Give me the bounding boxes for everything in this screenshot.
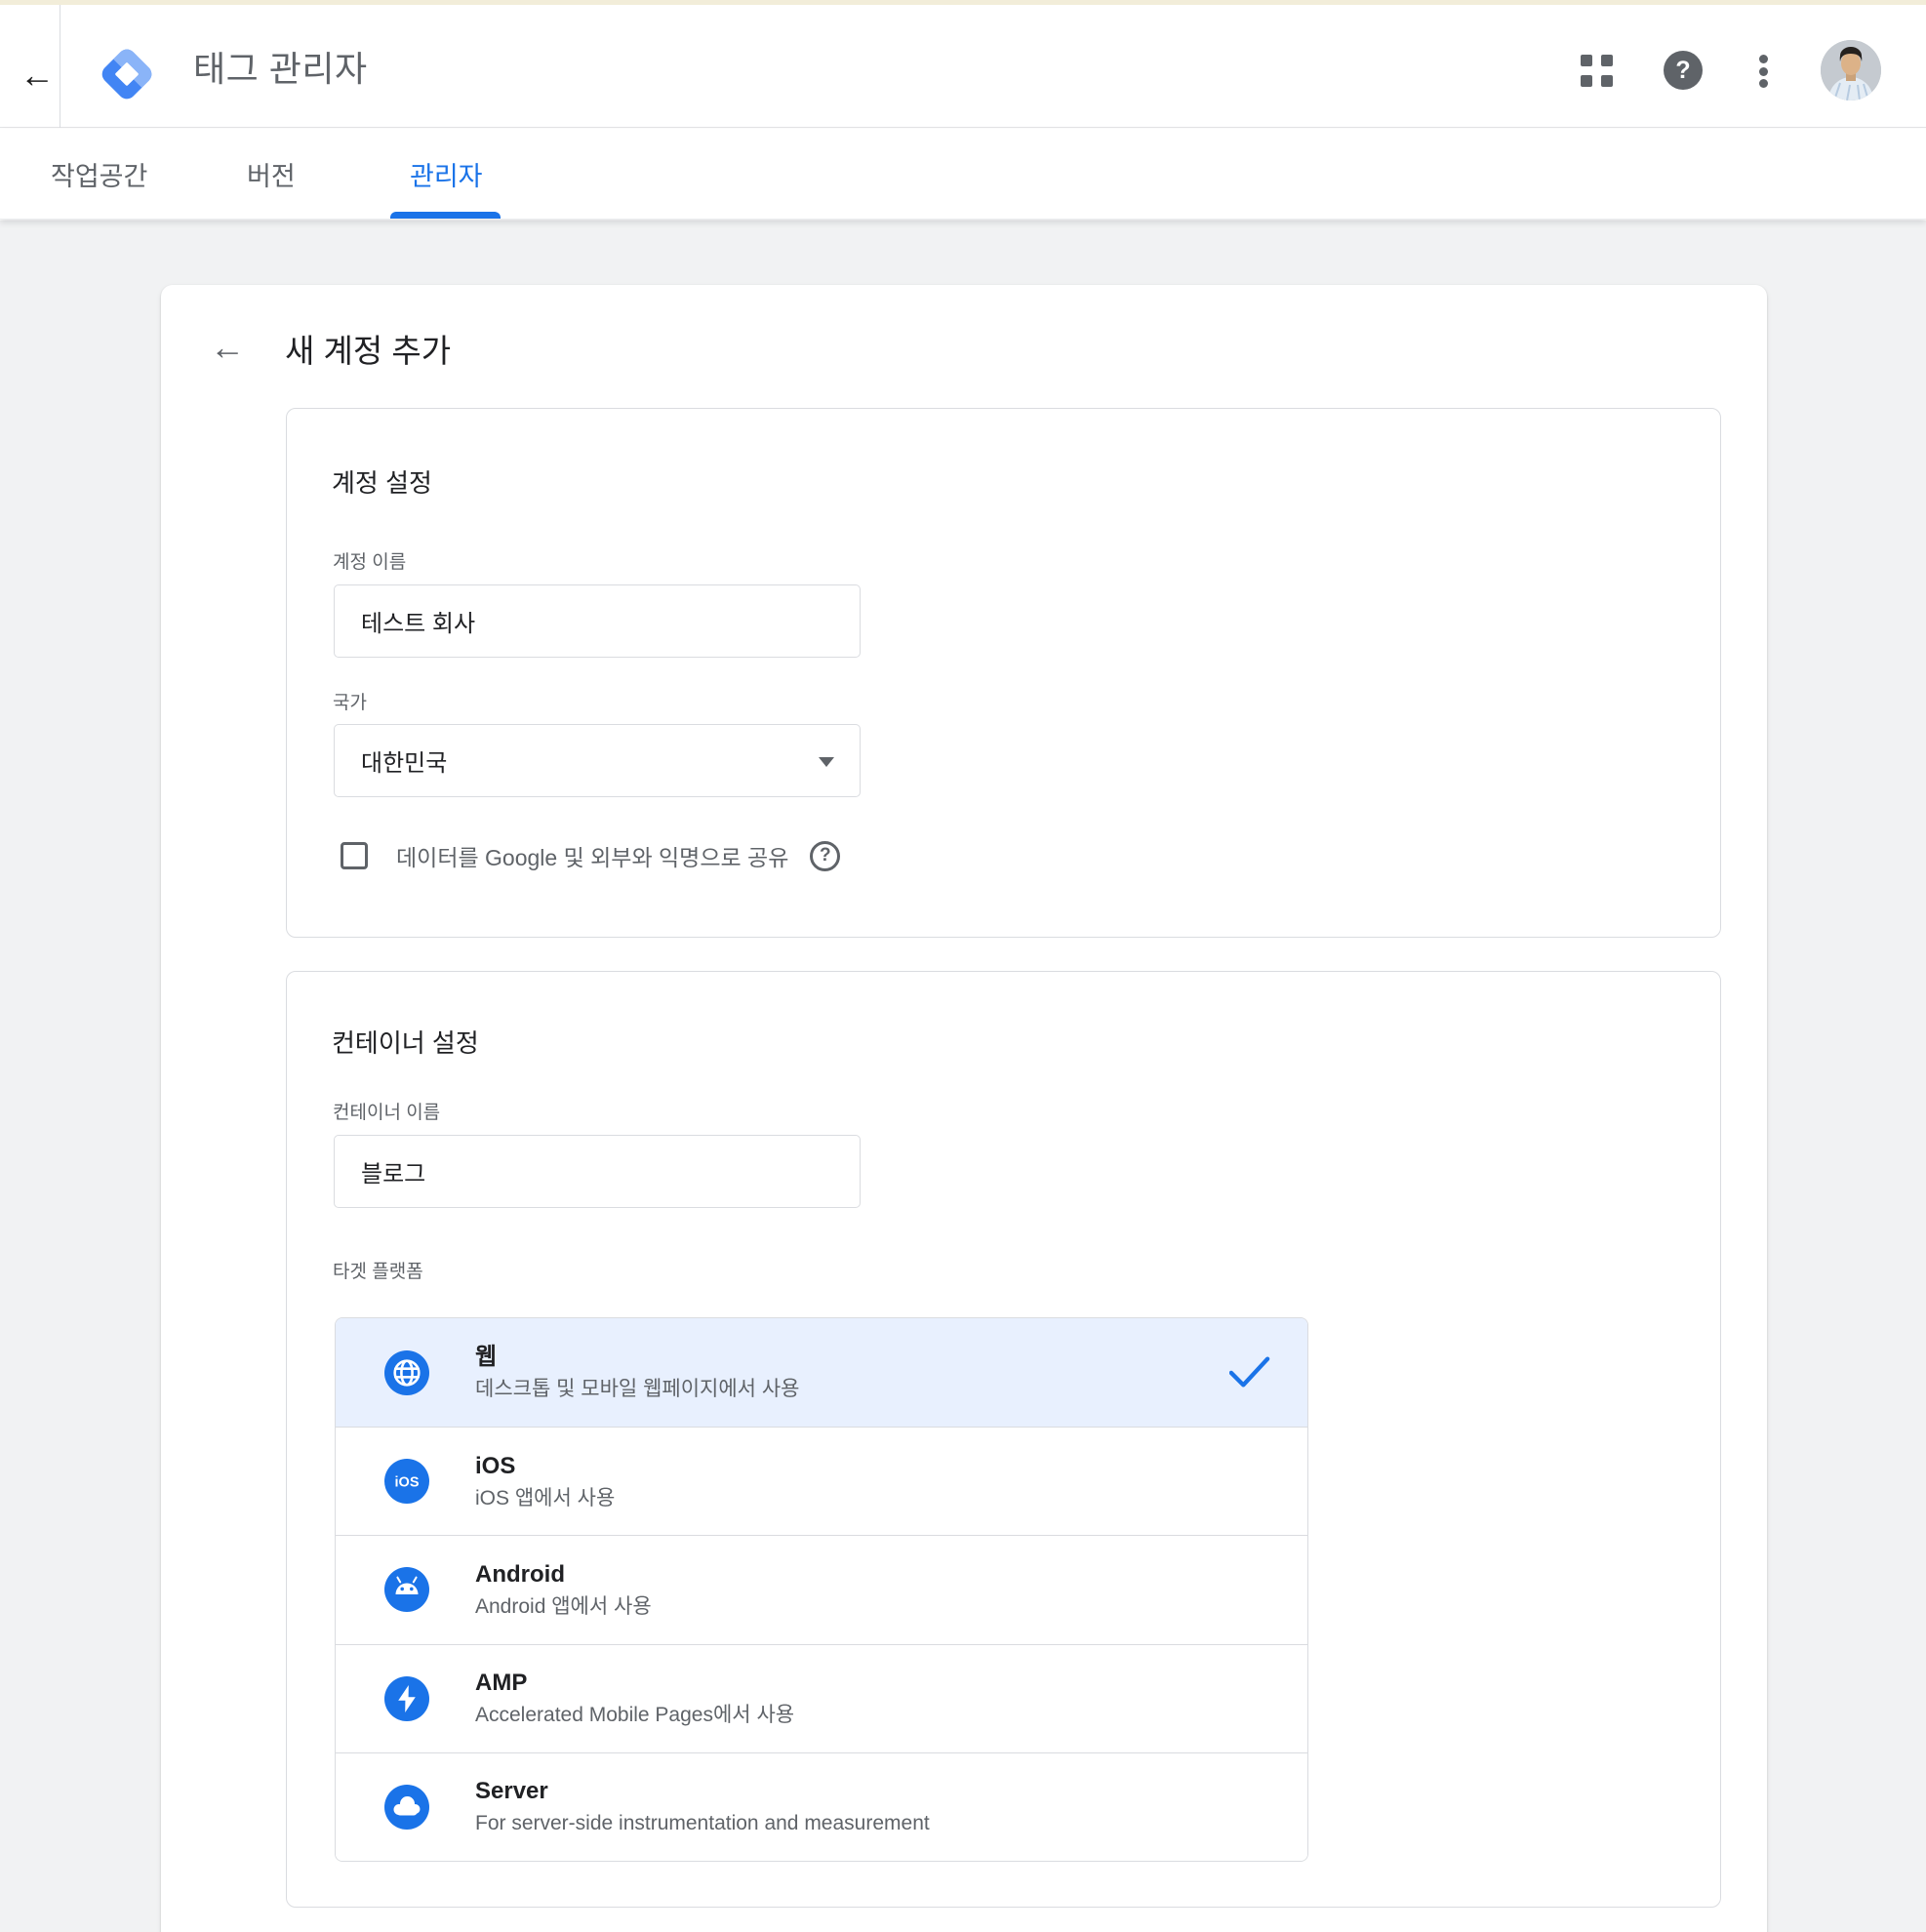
platform-description: iOS 앱에서 사용 bbox=[475, 1485, 615, 1511]
page-background: ← 새 계정 추가 계정 설정 계정 이름 테스트 회사 국가 대한민국 데이터… bbox=[0, 221, 1926, 1932]
tag-manager-logo-icon bbox=[95, 42, 159, 106]
platform-title: AMP bbox=[475, 1669, 794, 1698]
platform-description: Accelerated Mobile Pages에서 사용 bbox=[475, 1702, 794, 1728]
app-title: 태그 관리자 bbox=[193, 5, 368, 128]
tab-bar: 작업공간 버전 관리자 bbox=[0, 129, 1926, 220]
platform-title: Server bbox=[475, 1777, 930, 1806]
selected-check-icon bbox=[1229, 1355, 1270, 1389]
active-tab-underline bbox=[390, 212, 501, 219]
svg-text:iOS: iOS bbox=[395, 1475, 420, 1491]
container-name-input[interactable]: 블로그 bbox=[334, 1135, 861, 1208]
share-data-row: 데이터를 Google 및 외부와 익명으로 공유 ? bbox=[341, 838, 840, 873]
web-icon bbox=[384, 1350, 429, 1395]
more-menu-icon[interactable] bbox=[1758, 55, 1768, 88]
add-account-card: ← 새 계정 추가 계정 설정 계정 이름 테스트 회사 국가 대한민국 데이터… bbox=[161, 285, 1767, 1932]
share-data-label: 데이터를 Google 및 외부와 익명으로 공유 bbox=[396, 839, 788, 872]
account-name-input[interactable]: 테스트 회사 bbox=[334, 584, 861, 658]
country-select[interactable]: 대한민국 bbox=[334, 724, 861, 797]
target-platform-label: 타겟 플랫폼 bbox=[333, 1257, 423, 1283]
share-data-checkbox[interactable] bbox=[341, 842, 368, 869]
platform-title: iOS bbox=[475, 1452, 615, 1481]
platform-title: 웹 bbox=[475, 1343, 799, 1372]
ios-icon: iOS bbox=[384, 1459, 429, 1504]
apps-grid-icon[interactable] bbox=[1581, 55, 1614, 88]
account-name-value: 테스트 회사 bbox=[361, 604, 475, 638]
country-label: 국가 bbox=[333, 688, 367, 714]
platform-text: Server For server-side instrumentation an… bbox=[475, 1777, 930, 1836]
avatar[interactable] bbox=[1821, 40, 1881, 101]
tab-admin[interactable]: 관리자 bbox=[410, 129, 483, 220]
account-settings-heading: 계정 설정 bbox=[332, 463, 432, 500]
platform-description: For server-side instrumentation and meas… bbox=[475, 1810, 930, 1836]
android-icon bbox=[384, 1567, 429, 1612]
target-platform-list: 웹데스크톱 및 모바일 웹페이지에서 사용 iOS iOS iOS 앱에서 사용 A… bbox=[335, 1317, 1308, 1862]
amp-icon bbox=[384, 1676, 429, 1721]
platform-text: 웹데스크톱 및 모바일 웹페이지에서 사용 bbox=[475, 1343, 799, 1402]
platform-text: AMP Accelerated Mobile Pages에서 사용 bbox=[475, 1669, 794, 1728]
country-value: 대한민국 bbox=[361, 744, 447, 778]
tab-workspace[interactable]: 작업공간 bbox=[51, 129, 147, 220]
platform-row-ios[interactable]: iOS iOS iOS 앱에서 사용 bbox=[336, 1427, 1307, 1535]
platform-row-android[interactable]: Android Android 앱에서 사용 bbox=[336, 1535, 1307, 1643]
platform-description: Android 앱에서 사용 bbox=[475, 1593, 652, 1620]
container-settings-section: 컨테이너 설정 컨테이너 이름 블로그 타겟 플랫폼 웹데스크톱 및 모바일 웹… bbox=[286, 971, 1721, 1908]
container-name-value: 블로그 bbox=[361, 1154, 425, 1188]
account-name-label: 계정 이름 bbox=[333, 547, 406, 574]
page-back-arrow-icon[interactable]: ← bbox=[206, 328, 249, 367]
platform-text: Android Android 앱에서 사용 bbox=[475, 1560, 652, 1620]
chevron-down-icon bbox=[819, 757, 834, 767]
container-name-label: 컨테이너 이름 bbox=[333, 1098, 440, 1124]
server-icon bbox=[384, 1785, 429, 1830]
platform-row-web[interactable]: 웹데스크톱 및 모바일 웹페이지에서 사용 bbox=[336, 1318, 1307, 1427]
tab-versions[interactable]: 버전 bbox=[247, 129, 296, 220]
avatar-image bbox=[1821, 40, 1881, 101]
platform-row-amp[interactable]: AMP Accelerated Mobile Pages에서 사용 bbox=[336, 1644, 1307, 1752]
browser-back-button[interactable]: ← bbox=[16, 54, 59, 97]
platform-text: iOS iOS 앱에서 사용 bbox=[475, 1452, 615, 1511]
account-settings-section: 계정 설정 계정 이름 테스트 회사 국가 대한민국 데이터를 Google 및… bbox=[286, 408, 1721, 938]
app-bar: ← 태그 관리자 ? bbox=[0, 5, 1926, 128]
container-settings-heading: 컨테이너 설정 bbox=[332, 1024, 479, 1060]
share-help-icon[interactable]: ? bbox=[810, 841, 840, 871]
gtm-admin-screen: ← 태그 관리자 ? 작업공간 버전 관 bbox=[0, 0, 1926, 1932]
help-icon[interactable]: ? bbox=[1664, 51, 1703, 90]
page-title: 새 계정 추가 bbox=[285, 325, 451, 372]
platform-row-server[interactable]: Server For server-side instrumentation an… bbox=[336, 1752, 1307, 1861]
platform-description: 데스크톱 및 모바일 웹페이지에서 사용 bbox=[475, 1376, 799, 1402]
platform-title: Android bbox=[475, 1560, 652, 1590]
